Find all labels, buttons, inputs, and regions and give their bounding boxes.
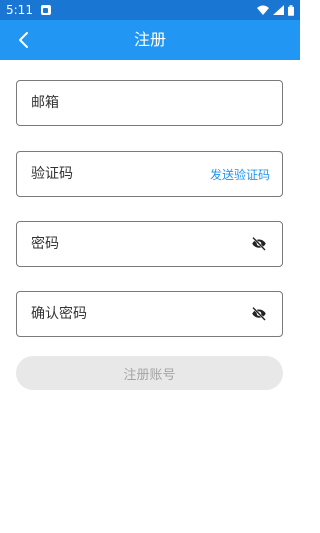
signal-icon <box>273 5 284 15</box>
password-visibility-toggle[interactable] <box>248 233 270 255</box>
email-input[interactable] <box>29 94 270 112</box>
status-bar: 5:11 <box>0 0 300 20</box>
confirm-password-field[interactable] <box>16 291 283 337</box>
password-input[interactable] <box>29 235 248 253</box>
password-field[interactable] <box>16 221 283 267</box>
page-title: 注册 <box>133 30 166 49</box>
status-time: 5:11 <box>6 3 33 17</box>
wifi-icon <box>257 5 269 15</box>
eye-off-icon <box>252 236 266 251</box>
verification-code-input[interactable] <box>29 165 210 183</box>
verification-code-field[interactable]: 发送验证码 <box>16 151 283 197</box>
email-field[interactable] <box>16 80 283 126</box>
confirm-password-visibility-toggle[interactable] <box>248 303 270 325</box>
register-account-button[interactable]: 注册账号 <box>16 356 283 390</box>
confirm-password-input[interactable] <box>29 305 248 323</box>
notification-icon <box>40 5 51 15</box>
battery-icon <box>288 4 294 16</box>
eye-off-icon <box>252 306 266 321</box>
send-code-button[interactable]: 发送验证码 <box>210 166 270 183</box>
app-bar: 注册 <box>0 20 300 60</box>
